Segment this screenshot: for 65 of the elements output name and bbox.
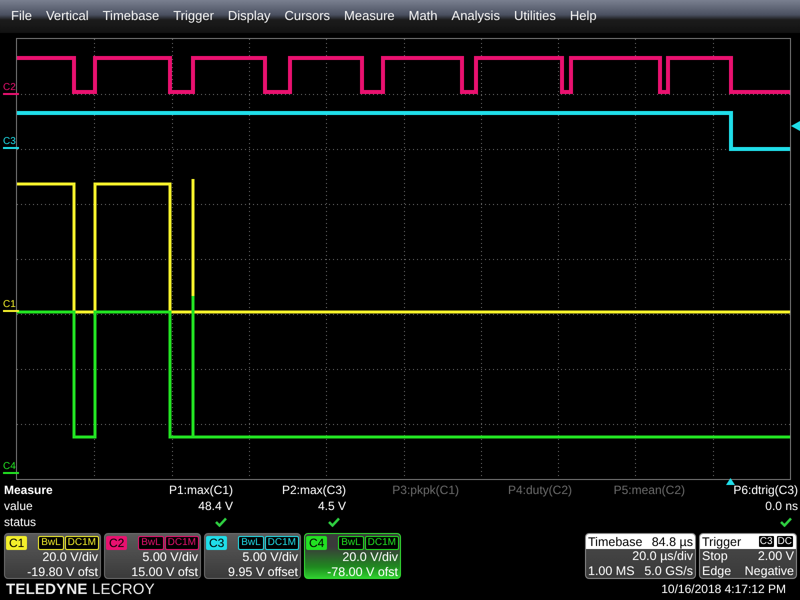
parameter-label[interactable]: P5:mean(C2) <box>572 482 685 498</box>
trigger-box[interactable]: Trigger C3 DC Stop 2.00 V Edge Negative <box>699 533 797 579</box>
timestamp: 10/16/2018 4:17:12 PM <box>661 582 786 596</box>
channel-tag: BwL <box>138 536 164 550</box>
timebase-box[interactable]: Timebase 84.8 µs 20.0 µs/div 1.00 MS 5.0 GS/s <box>585 533 696 579</box>
menu-item[interactable]: Help <box>562 8 604 23</box>
channel-descriptor-box[interactable]: C3 BwL DC1M 5.00 V/div 9.95 V offset <box>204 533 301 579</box>
channel-tag: DC1M <box>64 536 99 550</box>
timebase-title: Timebase <box>588 534 642 548</box>
menu-item[interactable]: Cursors <box>278 8 338 23</box>
parameter-value: 0.0 ns <box>765 498 798 514</box>
parameter-label[interactable]: P6:dtrig(C3) <box>685 482 798 498</box>
parameter-value: 4.5 V <box>318 498 346 514</box>
menu-item[interactable]: Math <box>402 8 445 23</box>
vertical-scale: 20.0 V/div <box>342 550 398 564</box>
row-label: value <box>4 498 34 514</box>
memory-depth: 1.00 MS <box>588 564 635 578</box>
trigger-time-icon <box>726 478 735 485</box>
channel-badge: C4 <box>306 536 328 550</box>
channel-tag: BwL <box>238 536 264 550</box>
channel-tag: DC1M <box>364 536 399 550</box>
channel-descriptor-box[interactable]: C1 BwL DC1M 20.0 V/div -19.80 V ofst <box>4 533 101 579</box>
channel-descriptor-box[interactable]: C4 BwL DC1M 20.0 V/div -78.00 V ofst <box>304 533 401 579</box>
vertical-scale: 5.00 V/div <box>142 550 198 564</box>
vertical-scale: 20.0 V/div <box>42 550 98 564</box>
parameter-label[interactable]: P2:max(C3) <box>233 482 346 498</box>
row-label: status <box>4 514 38 530</box>
menu-item[interactable]: File <box>4 8 39 23</box>
timebase-delay: 84.8 µs <box>652 534 693 548</box>
parameter-label[interactable]: P4:duty(C2) <box>459 482 572 498</box>
measure-title: Measure <box>4 482 54 498</box>
menu-item[interactable]: Display <box>220 8 278 23</box>
parameter-label[interactable]: P3:pkpk(C1) <box>346 482 459 498</box>
sample-rate: 5.0 GS/s <box>644 564 693 578</box>
channel-tag: BwL <box>338 536 364 550</box>
menu-item[interactable]: Vertical <box>38 8 96 23</box>
vertical-offset: -78.00 V ofst <box>327 565 398 578</box>
channel-tag: BwL <box>38 536 64 550</box>
menu-item[interactable]: Measure <box>337 8 402 23</box>
time-per-division: 20.0 µs/div <box>632 549 693 564</box>
menu-item[interactable]: Trigger <box>166 8 221 23</box>
vertical-scale: 5.00 V/div <box>242 550 298 564</box>
channel-tag: DC1M <box>264 536 299 550</box>
channel-badge: C3 <box>206 536 228 550</box>
vertical-offset: -19.80 V ofst <box>27 565 98 578</box>
trigger-source-tag: C3 <box>758 535 775 548</box>
channel-badge: C2 <box>106 536 128 550</box>
channel-badge: C1 <box>6 536 28 550</box>
brand-logo: TELEDYNE LECROY <box>6 580 155 598</box>
channel-descriptor-box[interactable]: C2 BwL DC1M 5.00 V/div 15.00 V ofst <box>104 533 201 579</box>
menu-item[interactable]: Timebase <box>96 8 166 23</box>
trigger-mode: Stop <box>702 549 728 564</box>
trigger-title: Trigger <box>702 534 742 548</box>
vertical-offset: 9.95 V offset <box>228 565 298 578</box>
menu-item[interactable]: Utilities <box>506 8 563 23</box>
trigger-coupling-tag: DC <box>776 535 794 548</box>
trigger-slope: Negative <box>744 564 794 578</box>
parameter-value: 48.4 V <box>198 498 233 514</box>
trigger-level: 2.00 V <box>758 549 794 564</box>
trigger-type: Edge <box>702 564 732 578</box>
parameter-label[interactable]: P1:max(C1) <box>120 482 233 498</box>
vertical-offset: 15.00 V ofst <box>131 565 198 578</box>
menu-item[interactable]: Analysis <box>444 8 507 23</box>
trigger-level-icon <box>791 121 800 131</box>
channel-tag: DC1M <box>164 536 199 550</box>
